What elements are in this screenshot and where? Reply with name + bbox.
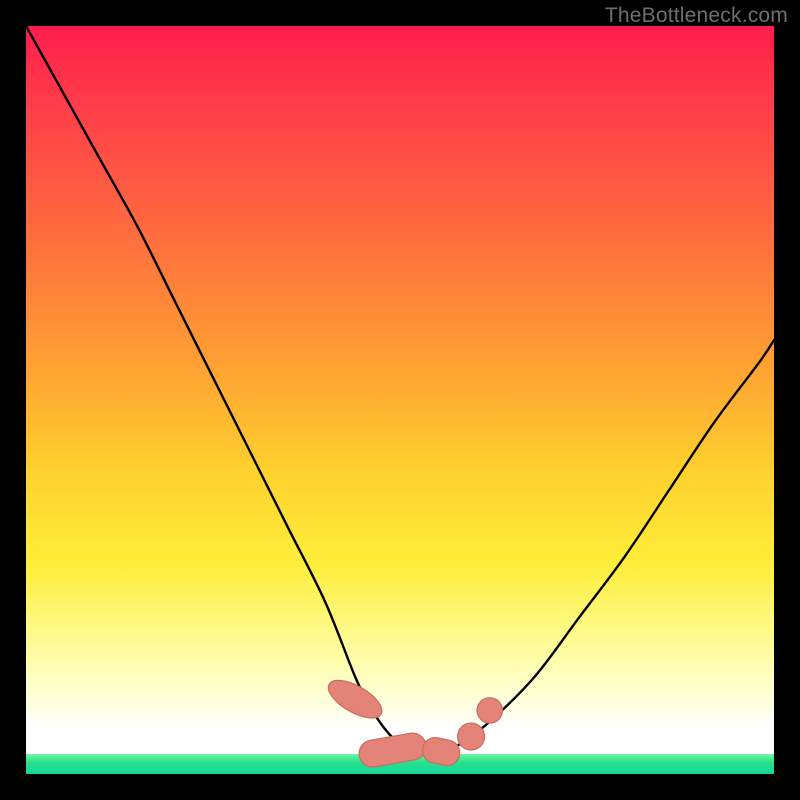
valley-marker — [420, 735, 462, 768]
chart-frame: TheBottleneck.com — [0, 0, 800, 800]
plot-area — [26, 26, 774, 774]
watermark-label: TheBottleneck.com — [605, 4, 788, 28]
valley-markers — [323, 673, 503, 769]
bottleneck-curve — [26, 26, 774, 752]
curve-layer — [26, 26, 774, 774]
valley-marker — [477, 698, 502, 723]
valley-marker — [323, 673, 388, 726]
valley-marker — [458, 723, 485, 750]
valley-marker — [357, 731, 428, 769]
